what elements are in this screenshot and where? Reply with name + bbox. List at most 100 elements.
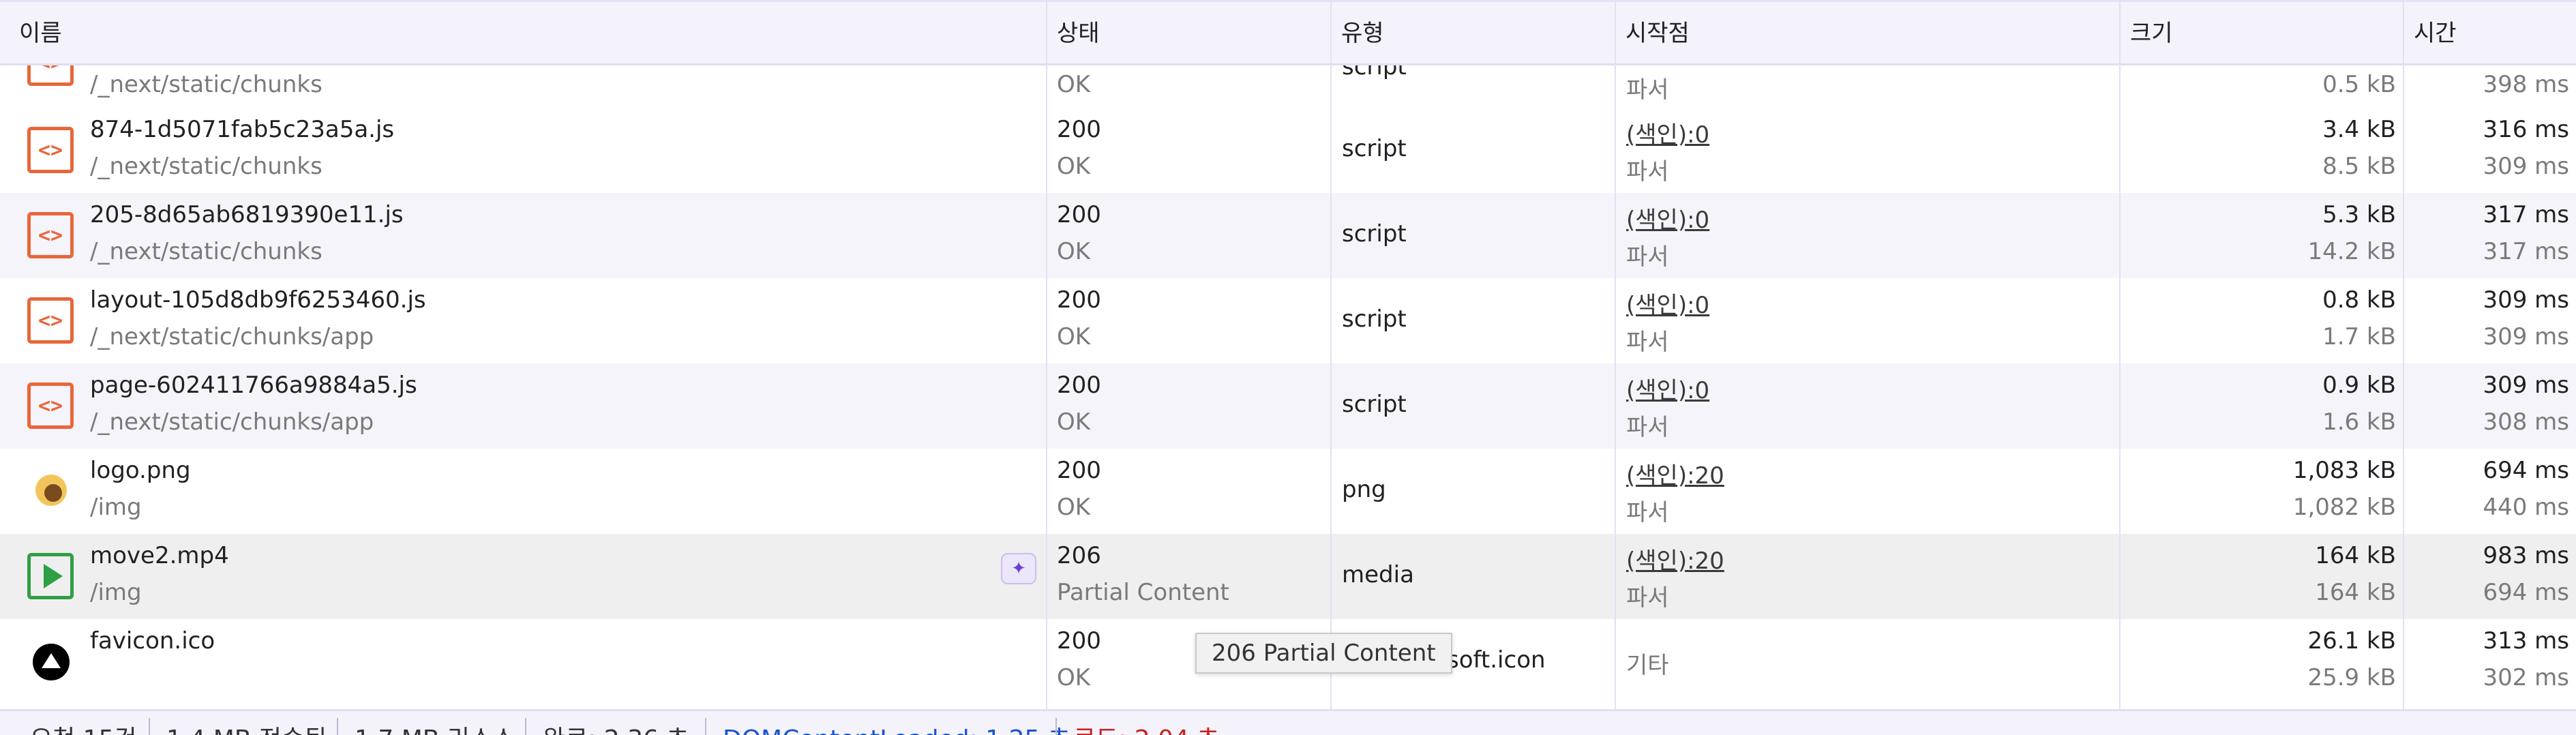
total-time: 317 ms — [2483, 201, 2569, 228]
footer-divider — [1055, 718, 1057, 735]
column-divider[interactable] — [1330, 0, 1332, 709]
request-name[interactable]: move2.mp4 — [90, 542, 229, 569]
resource-type: script — [1342, 135, 1407, 162]
status-code: 200 — [1057, 286, 1101, 314]
request-name[interactable]: page-602411766a9884a5.js — [90, 372, 417, 399]
column-header-status[interactable]: 상태 — [1047, 2, 1100, 65]
status-text: OK — [1057, 153, 1091, 180]
resource-size: 1,082 kB — [2292, 494, 2396, 521]
status-code: 200 — [1057, 457, 1101, 484]
resource-type: script — [1342, 65, 1407, 80]
status-text: Partial Content — [1057, 579, 1229, 606]
script-icon: <> — [27, 65, 74, 86]
column-divider[interactable] — [1615, 0, 1616, 709]
status-tooltip: 206 Partial Content — [1195, 633, 1452, 674]
latency: 309 ms — [2483, 153, 2569, 180]
table-row[interactable]: logo.png /img 200 OK png (색인):20 파서 1,08… — [0, 449, 2576, 534]
resource-size: 25.9 kB — [2307, 664, 2396, 691]
initiator-sub: 파서 — [1626, 329, 1669, 356]
table-row[interactable]: <> layout-105d8db9f6253460.js /_next/sta… — [0, 278, 2576, 363]
initiator-link[interactable]: (색인):0 — [1626, 116, 1709, 149]
request-path: /_next/static/chunks/app — [90, 408, 374, 436]
resource-type: png — [1342, 476, 1386, 503]
request-path: /_next/static/chunks/app — [90, 323, 374, 350]
initiator-link[interactable]: (색인):20 — [1626, 457, 1724, 490]
script-icon: <> — [27, 127, 74, 173]
media-icon — [27, 553, 74, 599]
initiator-link[interactable]: (색인):0 — [1626, 372, 1709, 405]
column-divider[interactable] — [1046, 0, 1047, 709]
initiator-link[interactable]: (색인):0 — [1626, 201, 1709, 235]
initiator-sub: 파서 — [1626, 76, 1669, 104]
request-name[interactable]: logo.png — [90, 457, 191, 484]
transfer-size: 1,083 kB — [2292, 457, 2396, 484]
request-path: /_next/static/chunks — [90, 153, 323, 180]
initiator-link[interactable]: (색인):20 — [1626, 542, 1724, 575]
status-code: 200 — [1057, 201, 1101, 228]
status-text: OK — [1057, 664, 1091, 691]
column-header-name[interactable]: 이름 — [10, 2, 62, 65]
ai-assist-icon[interactable]: ✦ — [1001, 553, 1036, 584]
total-time: 309 ms — [2483, 286, 2569, 314]
initiator-sub: 파서 — [1626, 499, 1669, 526]
latency: 440 ms — [2483, 494, 2569, 521]
request-name[interactable]: layout-105d8db9f6253460.js — [90, 286, 426, 314]
request-list: <> /_next/static/chunks OK script 파서 0.5… — [0, 65, 2576, 709]
request-name[interactable]: favicon.ico — [90, 627, 215, 655]
latency: 317 ms — [2483, 238, 2569, 265]
status-text: OK — [1057, 323, 1091, 350]
transfer-size: 3.4 kB — [2322, 116, 2396, 143]
resource-size: 8.5 kB — [2322, 153, 2396, 180]
status-text: OK — [1057, 408, 1091, 436]
footer-divider — [149, 718, 150, 735]
resource-size: 1.7 kB — [2322, 323, 2396, 350]
table-row[interactable]: <> page-602411766a9884a5.js /_next/stati… — [0, 363, 2576, 449]
resource-size: 164 kB — [2315, 579, 2396, 606]
request-name[interactable]: 874-1d5071fab5c23a5a.js — [90, 116, 394, 143]
total-time: 694 ms — [2483, 457, 2569, 484]
resource-size: 14.2 kB — [2307, 238, 2396, 265]
column-header-time[interactable]: 시간 — [2404, 2, 2457, 65]
resource-size-total: 1.7 MB 리소스 — [355, 719, 515, 735]
resource-size: 1.6 kB — [2322, 408, 2396, 436]
status-code: 200 — [1057, 372, 1101, 399]
total-time: 309 ms — [2483, 372, 2569, 399]
initiator-sub: 파서 — [1626, 158, 1669, 185]
column-divider[interactable] — [2403, 0, 2404, 709]
dom-content-loaded: DOMContentLoaded: 1.25 초 — [723, 719, 1070, 735]
transfer-size: 5.3 kB — [2322, 201, 2396, 228]
footer-divider — [337, 718, 338, 735]
table-row[interactable]: <> /_next/static/chunks OK script 파서 0.5… — [0, 65, 2576, 108]
column-header-size[interactable]: 크기 — [2121, 2, 2173, 65]
latency: 694 ms — [2483, 579, 2569, 606]
total-time: 983 ms — [2483, 542, 2569, 569]
status-code: 206 — [1057, 542, 1101, 569]
request-path: /img — [90, 579, 142, 606]
resource-size: 0.5 kB — [2322, 71, 2396, 98]
initiator-sub: 파서 — [1626, 584, 1669, 612]
resource-type: media — [1342, 561, 1414, 588]
table-row[interactable]: <> 874-1d5071fab5c23a5a.js /_next/static… — [0, 108, 2576, 193]
initiator-sub: 파서 — [1626, 243, 1669, 271]
resource-type: script — [1342, 220, 1407, 247]
resource-type: script — [1342, 305, 1407, 333]
status-code: 200 — [1057, 116, 1101, 143]
total-time: 313 ms — [2483, 627, 2569, 655]
request-path: /_next/static/chunks — [90, 238, 323, 265]
column-header-type[interactable]: 유형 — [1332, 2, 1384, 65]
status-text: OK — [1057, 71, 1091, 98]
table-row[interactable]: move2.mp4 /img ✦ 206 Partial Content med… — [0, 534, 2576, 619]
latency: 309 ms — [2483, 323, 2569, 350]
transfer-size: 164 kB — [2315, 542, 2396, 569]
footer-divider — [705, 718, 706, 735]
favicon-icon — [33, 644, 70, 680]
table-header: 이름 상태 유형 시작점 크기 시간 — [0, 0, 2576, 65]
transferred-size: 1.4 MB 전송됨 — [166, 719, 327, 735]
column-header-initiator[interactable]: 시작점 — [1616, 2, 1690, 65]
table-row[interactable]: <> 205-8d65ab6819390e11.js /_next/static… — [0, 193, 2576, 278]
script-icon: <> — [27, 382, 74, 429]
column-divider[interactable] — [2119, 0, 2121, 709]
request-name[interactable]: 205-8d65ab6819390e11.js — [90, 201, 404, 228]
initiator-link[interactable]: (색인):0 — [1626, 286, 1709, 320]
script-icon: <> — [27, 212, 74, 258]
